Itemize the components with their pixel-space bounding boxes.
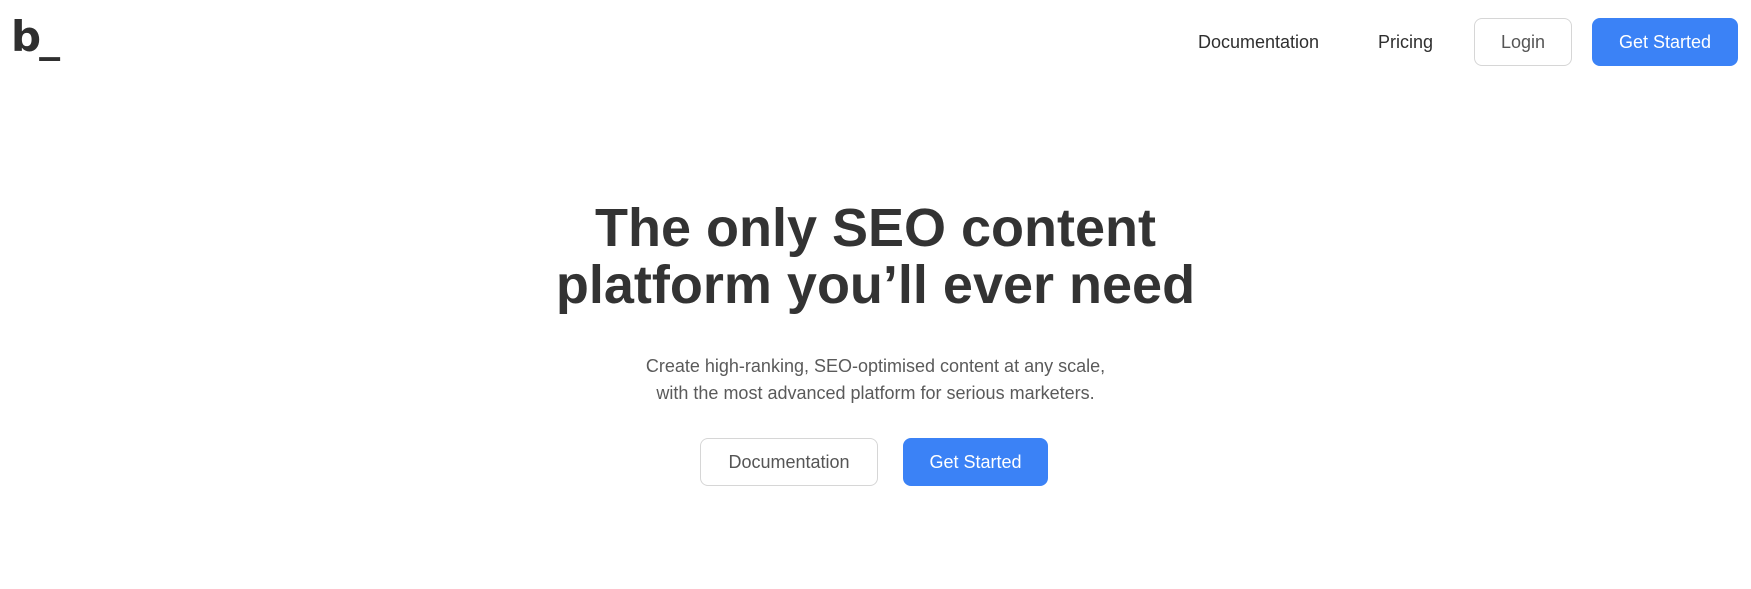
hero-title: The only SEO content platform you’ll eve… — [0, 200, 1751, 314]
hero-subtitle: Create high-ranking, SEO-optimised conte… — [0, 353, 1751, 407]
top-navigation-bar: b_ Documentation Pricing Login Get Start… — [0, 0, 1751, 84]
nav-pricing-link[interactable]: Pricing — [1378, 18, 1433, 66]
header-get-started-button[interactable]: Get Started — [1592, 18, 1738, 66]
hero-documentation-button[interactable]: Documentation — [700, 438, 878, 486]
login-button[interactable]: Login — [1474, 18, 1572, 66]
hero-subtitle-line-1: Create high-ranking, SEO-optimised conte… — [645, 356, 1106, 376]
header-get-started-label: Get Started — [1618, 31, 1712, 52]
hero-subtitle-line-2: with the most advanced platform for seri… — [656, 383, 1095, 403]
landing-page: b_ Documentation Pricing Login Get Start… — [0, 0, 1751, 589]
hero-get-started-label: Get Started — [929, 451, 1022, 472]
hero-title-line-2: platform you’ll ever need — [555, 255, 1196, 315]
hero-title-line-1: The only SEO content — [594, 198, 1157, 258]
logo[interactable]: b_ — [11, 16, 60, 58]
hero-documentation-label: Documentation — [728, 451, 850, 472]
nav-documentation-link[interactable]: Documentation — [1198, 18, 1319, 66]
login-button-label: Login — [1500, 31, 1546, 52]
hero-get-started-button[interactable]: Get Started — [903, 438, 1048, 486]
